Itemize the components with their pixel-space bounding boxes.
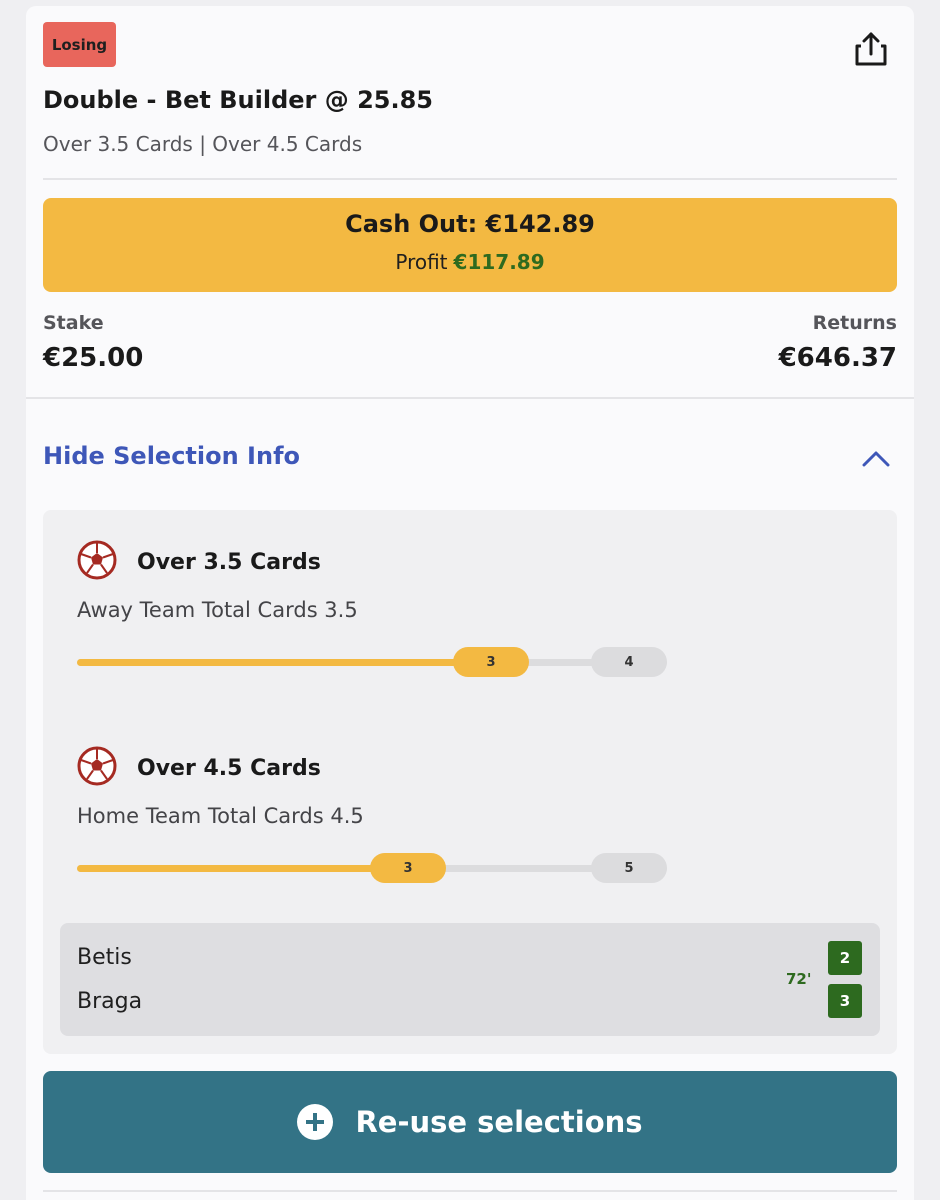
progress-fill — [77, 865, 408, 872]
chevron-up-icon[interactable] — [860, 446, 892, 470]
bottom-divider — [43, 1190, 897, 1192]
reuse-selections-label: Re-use selections — [355, 1105, 643, 1139]
returns-label: Returns — [812, 312, 897, 334]
match-minute: 72' — [786, 970, 812, 988]
football-icon — [77, 746, 117, 786]
hide-selection-info-link[interactable]: Hide Selection Info — [43, 442, 300, 470]
live-score-box: Betis Braga 72' 2 3 — [60, 923, 880, 1036]
profit-row: Profit €117.89 — [43, 250, 897, 274]
stake-value: €25.00 — [43, 343, 144, 373]
share-icon[interactable] — [852, 30, 890, 68]
status-badge: Losing — [43, 22, 116, 67]
selection-subtitle: Home Team Total Cards 4.5 — [77, 804, 364, 828]
selection-title: Over 3.5 Cards — [137, 550, 321, 575]
away-team-name: Braga — [77, 989, 143, 1014]
selection-title: Over 4.5 Cards — [137, 756, 321, 781]
selection-subtitle: Away Team Total Cards 3.5 — [77, 598, 358, 622]
progress-fill — [77, 659, 491, 666]
reuse-selections-button[interactable]: Re-use selections — [43, 1071, 897, 1173]
progress-current-pill: 3 — [370, 853, 446, 883]
bet-card: Losing Double - Bet Builder @ 25.85 Over… — [26, 6, 914, 1200]
away-score: 3 — [828, 984, 862, 1018]
bet-title: Double - Bet Builder @ 25.85 — [43, 86, 433, 114]
home-team-name: Betis — [77, 945, 132, 970]
progress-target-pill: 5 — [591, 853, 667, 883]
bet-subtitle: Over 3.5 Cards | Over 4.5 Cards — [43, 132, 363, 156]
stake-label: Stake — [43, 312, 104, 334]
home-score: 2 — [828, 941, 862, 975]
selection-info-panel: Over 3.5 Cards Away Team Total Cards 3.5… — [43, 510, 897, 1054]
progress-track: 3 4 — [77, 647, 667, 677]
cash-out-button[interactable]: Cash Out: €142.89 Profit €117.89 — [43, 198, 897, 292]
profit-label: Profit — [395, 250, 448, 274]
progress-current-pill: 3 — [453, 647, 529, 677]
cash-out-label: Cash Out: €142.89 — [345, 210, 595, 238]
section-divider — [26, 397, 914, 399]
divider — [43, 178, 897, 180]
plus-circle-icon — [297, 1104, 334, 1140]
progress-track: 3 5 — [77, 853, 667, 883]
profit-value: €117.89 — [453, 250, 545, 274]
football-icon — [77, 540, 117, 580]
progress-target-pill: 4 — [591, 647, 667, 677]
returns-value: €646.37 — [778, 343, 897, 373]
